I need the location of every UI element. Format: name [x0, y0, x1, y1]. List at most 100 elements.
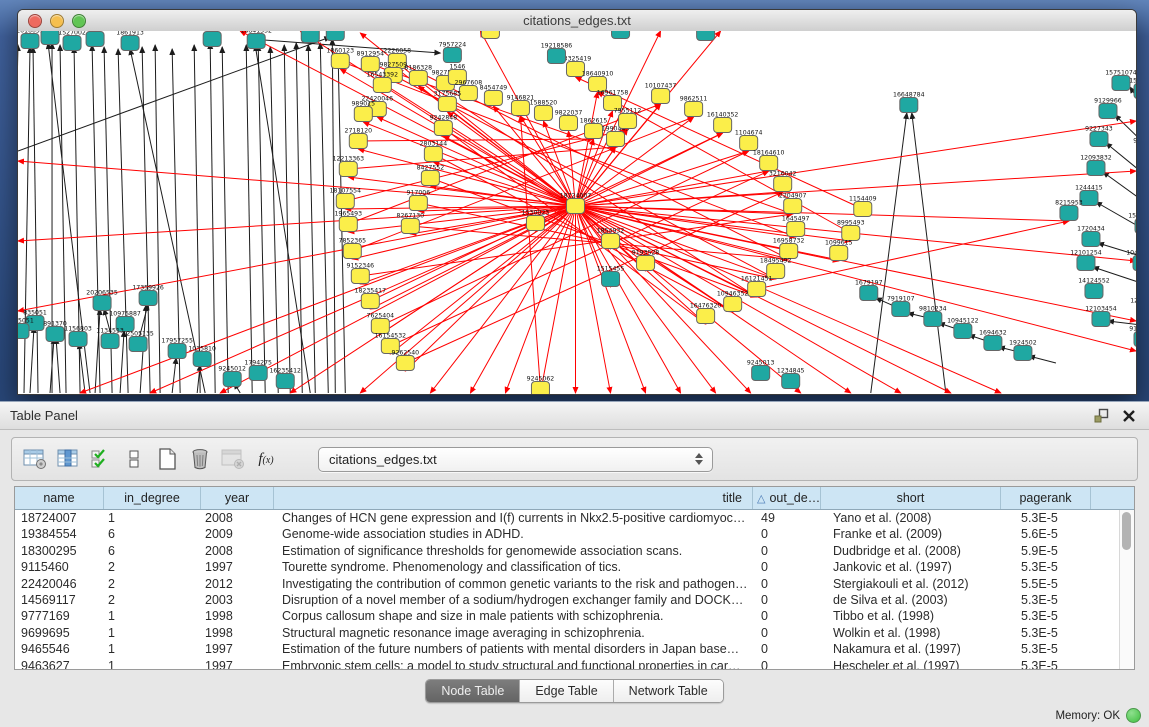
svg-text:9245012: 9245012	[218, 366, 246, 373]
scrollbar-thumb[interactable]	[1122, 512, 1131, 550]
svg-text:8935051: 8935051	[18, 318, 34, 325]
table-settings-icon[interactable]	[20, 444, 50, 474]
table-row[interactable]: 1456911722003Disruption of a novel membe…	[15, 592, 1120, 608]
row-height-icon[interactable]	[119, 444, 149, 474]
memory-ok-indicator	[1126, 708, 1141, 723]
table-cell: 1	[104, 608, 201, 624]
cytoscape-desktop: citations_edges.txt 18724007186012389129…	[0, 0, 1149, 727]
table-cell: 1998	[201, 625, 274, 641]
svg-text:2016053: 2016053	[18, 31, 44, 34]
table-cell: Structural magnetic resonance image aver…	[274, 625, 753, 641]
table-cell: 9777169	[15, 608, 104, 624]
svg-text:8186328: 8186328	[405, 65, 433, 72]
svg-text:1645497: 1645497	[782, 216, 810, 223]
table-cell: 2003	[201, 592, 274, 608]
table-body: 1872400712008Changes of HCN gene express…	[15, 510, 1120, 669]
svg-text:16140352: 16140352	[707, 112, 739, 119]
svg-text:1546: 1546	[450, 64, 466, 71]
table-cell: 5.3E-5	[1001, 658, 1091, 670]
table-panel-title: Table Panel	[10, 408, 78, 423]
table-cell: 1	[104, 625, 201, 641]
table-row[interactable]: 911546021997Tourette syndrome. Phenomeno…	[15, 559, 1120, 575]
graph-node-yellow[interactable]: 917006	[407, 190, 431, 211]
column-header-pagerank[interactable]: pagerank	[1001, 487, 1091, 509]
svg-text:1099615: 1099615	[825, 240, 853, 247]
table-row[interactable]: 977716911998Corpus callosum shape and si…	[15, 608, 1120, 624]
table-cell: de Silva et al. (2003)	[821, 592, 1001, 608]
column-header-year[interactable]: year	[201, 487, 274, 509]
table-cell: 6	[104, 526, 201, 542]
table-cell: Corpus callosum shape and size in male p…	[274, 608, 753, 624]
svg-text:3175685: 3175685	[434, 91, 462, 98]
table-cell: Hescheler et al. (1997)	[821, 658, 1001, 670]
table-row[interactable]: 946554611997Estimation of the future num…	[15, 641, 1120, 657]
svg-text:9152346: 9152346	[347, 263, 375, 270]
svg-text:3216042: 3216042	[769, 171, 797, 178]
column-header-short[interactable]: short	[821, 487, 1001, 509]
network-window-titlebar[interactable]: citations_edges.txt	[18, 10, 1136, 32]
table-cell: Yano et al. (2008)	[821, 510, 1001, 526]
svg-text:989015: 989015	[351, 101, 375, 108]
table-cell: 1	[104, 641, 201, 657]
row-select-icon[interactable]	[86, 444, 116, 474]
table-cell: Embryonic stem cells: a model to study s…	[274, 658, 753, 670]
table-cell: 49	[753, 510, 821, 526]
import-table-icon[interactable]	[218, 444, 248, 474]
table-row[interactable]: 2242004622012Investigating the contribut…	[15, 576, 1120, 592]
tab-network-table[interactable]: Network Table	[614, 680, 723, 702]
new-table-icon[interactable]	[152, 444, 182, 474]
tab-node-table[interactable]: Node Table	[426, 680, 520, 702]
table-cell: Franke et al. (2009)	[821, 526, 1001, 542]
function-builder-icon[interactable]: f(x)	[251, 444, 281, 474]
svg-text:8454749: 8454749	[480, 85, 508, 92]
svg-text:16958732: 16958732	[773, 238, 805, 245]
column-header-out_de[interactable]: △out_de…	[753, 487, 821, 509]
table-row[interactable]: 1830029562008Estimation of significance …	[15, 543, 1120, 559]
float-window-icon[interactable]	[1093, 408, 1109, 424]
svg-text:12213363: 12213363	[333, 156, 365, 163]
column-header-in_degree[interactable]: in_degree	[104, 487, 201, 509]
table-selector-dropdown[interactable]: citations_edges.txt	[318, 447, 713, 472]
svg-text:9245013: 9245013	[747, 360, 775, 367]
table-row[interactable]: 969969511998Structural magnetic resonanc…	[15, 625, 1120, 641]
table-row[interactable]: 1872400712008Changes of HCN gene express…	[15, 510, 1120, 526]
table-cell: 2008	[201, 543, 274, 559]
table-cell: Stergiakouli et al. (2012)	[821, 576, 1001, 592]
svg-text:7919107: 7919107	[887, 296, 915, 303]
svg-text:10946352: 10946352	[717, 291, 749, 298]
column-header-title[interactable]: title	[274, 487, 753, 509]
svg-text:835051: 835051	[23, 310, 47, 317]
table-cell: 5.3E-5	[1001, 510, 1091, 526]
table-cell: 2	[104, 592, 201, 608]
close-icon[interactable]	[1121, 408, 1137, 424]
delete-table-icon[interactable]	[185, 444, 215, 474]
table-toolbar: f(x) citations_edges.txt	[11, 437, 1138, 481]
svg-text:7955112: 7955112	[614, 108, 642, 115]
table-row[interactable]: 946362711997Embryonic stem cells: a mode…	[15, 658, 1120, 670]
column-chooser-icon[interactable]	[53, 444, 83, 474]
svg-text:2718120: 2718120	[345, 128, 373, 135]
table-scrollbar[interactable]	[1119, 510, 1134, 669]
svg-text:9245062: 9245062	[527, 376, 555, 383]
graph-node-yellow[interactable]: 989015	[351, 101, 375, 122]
svg-text:10945122: 10945122	[947, 318, 979, 325]
column-header-name[interactable]: name	[15, 487, 104, 509]
svg-text:6968132: 6968132	[81, 31, 109, 32]
citation-network-graph[interactable]: 1872400718601238912954222605898275098186…	[18, 31, 1136, 394]
network-view[interactable]: 1872400718601238912954222605898275098186…	[18, 31, 1136, 394]
table-cell: 9115460	[15, 559, 104, 575]
table-cell: 2	[104, 559, 201, 575]
sort-ascending-icon: △	[757, 492, 765, 505]
svg-text:20206535: 20206535	[86, 290, 118, 297]
tab-edge-table[interactable]: Edge Table	[520, 680, 613, 702]
table-cell: 0	[753, 658, 821, 670]
svg-text:1561913: 1561913	[1129, 78, 1136, 85]
table-cell: Tibbo et al. (1998)	[821, 608, 1001, 624]
svg-text:1860123: 1860123	[327, 48, 355, 55]
svg-text:17957255: 17957255	[161, 338, 193, 345]
table-row[interactable]: 1938455462009Genome-wide association stu…	[15, 526, 1120, 542]
svg-text:1154409: 1154409	[849, 196, 877, 203]
svg-text:917006: 917006	[407, 190, 431, 197]
table-cell: Nakamura et al. (1997)	[821, 641, 1001, 657]
table-cell: 9699695	[15, 625, 104, 641]
